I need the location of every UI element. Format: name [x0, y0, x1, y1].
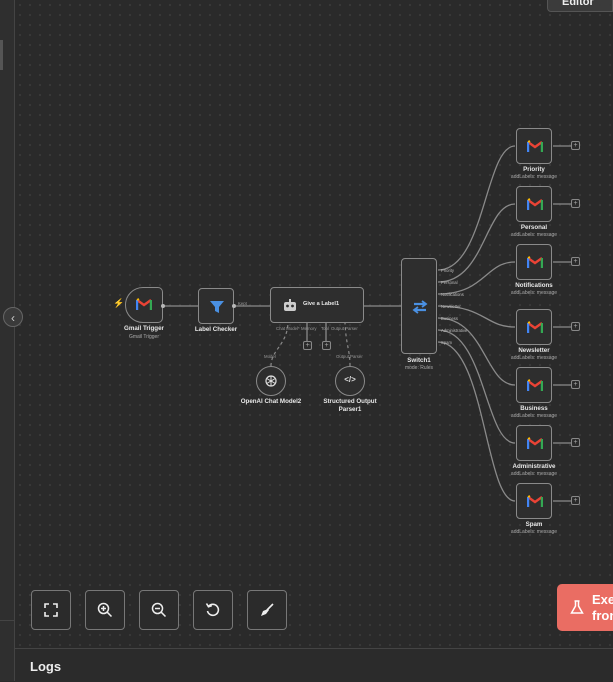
add-next-node-plus-icon[interactable]: + — [571, 257, 580, 266]
openai-icon — [265, 375, 277, 387]
left-sidebar — [0, 0, 15, 681]
port-tool: Tool — [321, 326, 329, 331]
add-next-node-plus-icon[interactable]: + — [571, 438, 580, 447]
switch-out-newsletter: Newsletter — [441, 304, 461, 309]
reset-zoom-icon — [205, 603, 220, 617]
workflow-canvas[interactable]: Editor ⚡ Gmail Trigger Gmail Trigger Lab… — [15, 0, 613, 648]
logs-panel-bar[interactable]: Logs — [15, 648, 613, 682]
add-label-node-title: Newsletter — [518, 347, 550, 354]
switch-edges — [437, 145, 516, 502]
switch-out-personal: Personal — [441, 280, 458, 285]
parser-title-line1: Structured Output — [323, 398, 377, 405]
switch-out-notifications: Notifications — [441, 292, 464, 297]
add-label-node[interactable] — [516, 483, 552, 519]
add-label-node-subtitle: addLabels: message — [510, 413, 558, 419]
fit-view-icon — [44, 603, 58, 617]
parser-title-line2: Parser1 — [338, 406, 362, 413]
zoom-in-button[interactable] — [85, 590, 125, 630]
give-label-node[interactable]: Give a Label1 — [270, 287, 364, 323]
switch-node[interactable] — [401, 258, 437, 354]
trigger-bolt-icon: ⚡ — [113, 298, 125, 308]
add-label-node-subtitle: addLabels: message — [510, 232, 558, 238]
gmail-icon — [526, 321, 544, 333]
add-label-node[interactable] — [516, 186, 552, 222]
label-checker-out-label: Kept — [238, 301, 247, 306]
code-icon: </> — [344, 375, 356, 384]
add-label-node-title: Spam — [525, 521, 543, 528]
add-label-node[interactable] — [516, 128, 552, 164]
gmail-icon — [136, 298, 152, 310]
robot-icon — [284, 299, 296, 311]
add-label-node-subtitle: addLabels: message — [510, 355, 558, 361]
fit-view-button[interactable] — [31, 590, 71, 630]
add-label-node[interactable] — [516, 244, 552, 280]
gmail-trigger-node[interactable] — [125, 287, 163, 323]
switch-subtitle: mode: Rules — [404, 365, 434, 371]
parser-port-label: Output Parser — [336, 354, 363, 359]
execute-label-line2: fron — [592, 608, 613, 623]
output-port[interactable] — [161, 304, 165, 308]
zoom-out-icon — [151, 602, 167, 618]
add-label-node-subtitle: addLabels: message — [510, 290, 558, 296]
add-next-node-plus-icon[interactable]: + — [571, 141, 580, 150]
port-memory: Memory — [301, 326, 317, 331]
gmail-icon — [526, 379, 544, 391]
gmail-icon — [526, 140, 544, 152]
filter-icon — [210, 301, 224, 313]
add-next-node-plus-icon[interactable]: + — [571, 199, 580, 208]
sidebar-marker — [0, 40, 3, 70]
switch-out-priority: Priority — [441, 268, 455, 273]
tidy-up-icon — [261, 603, 274, 616]
reset-zoom-button[interactable] — [193, 590, 233, 630]
gmail-icon — [526, 495, 544, 507]
sidebar-divider — [0, 620, 14, 621]
add-label-node-title: Business — [520, 405, 548, 412]
label-checker-node[interactable] — [198, 288, 234, 324]
add-label-node-title: Priority — [523, 166, 545, 173]
gmail-icon — [526, 256, 544, 268]
add-label-node-subtitle: addLabels: message — [510, 174, 558, 180]
add-label-node[interactable] — [516, 309, 552, 345]
port-chat-model: Chat Model* — [276, 326, 300, 331]
gmail-icon — [526, 198, 544, 210]
switch-icon — [412, 300, 428, 314]
switch-title: Switch1 — [407, 357, 431, 364]
zoom-out-button[interactable] — [139, 590, 179, 630]
gmail-trigger-subtitle: Gmail Trigger — [128, 334, 159, 340]
label-checker-title: Label Checker — [194, 326, 238, 333]
zoom-in-icon — [97, 602, 113, 618]
port-output-parser: Output Parser — [331, 326, 358, 331]
parser-node[interactable]: </> — [335, 366, 365, 396]
openai-port-label: Model — [264, 354, 276, 359]
add-next-node-plus-icon[interactable]: + — [571, 496, 580, 505]
add-label-node[interactable] — [516, 425, 552, 461]
add-memory-plus-icon[interactable]: + — [303, 341, 312, 350]
gmail-trigger-title: Gmail Trigger — [124, 325, 164, 332]
output-port[interactable] — [232, 304, 236, 308]
add-label-node-title: Administrative — [512, 463, 556, 470]
logs-label: Logs — [30, 659, 62, 674]
switch-out-spam: Spam — [441, 340, 452, 345]
execute-workflow-button[interactable]: Exe fron — [557, 584, 613, 631]
flask-icon — [570, 600, 584, 614]
give-label-title: Give a Label1 — [303, 301, 340, 307]
add-label-node[interactable] — [516, 367, 552, 403]
add-next-node-plus-icon[interactable]: + — [571, 380, 580, 389]
add-label-node-subtitle: addLabels: message — [510, 471, 558, 477]
openai-node[interactable] — [256, 366, 286, 396]
tidy-up-button[interactable] — [247, 590, 287, 630]
execute-label-line1: Exe — [592, 592, 613, 607]
add-label-node-subtitle: addLabels: message — [510, 529, 558, 535]
add-next-node-plus-icon[interactable]: + — [571, 322, 580, 331]
add-label-node-title: Personal — [520, 224, 548, 231]
gmail-icon — [526, 437, 544, 449]
collapse-sidebar-chevron-icon[interactable]: ‹ — [3, 307, 23, 327]
switch-out-business: Business — [441, 316, 458, 321]
add-label-node-title: Notifications — [515, 282, 553, 289]
openai-title: OpenAI Chat Model2 — [240, 398, 302, 405]
switch-out-administrative: Administrative — [441, 328, 468, 333]
add-tool-plus-icon[interactable]: + — [322, 341, 331, 350]
